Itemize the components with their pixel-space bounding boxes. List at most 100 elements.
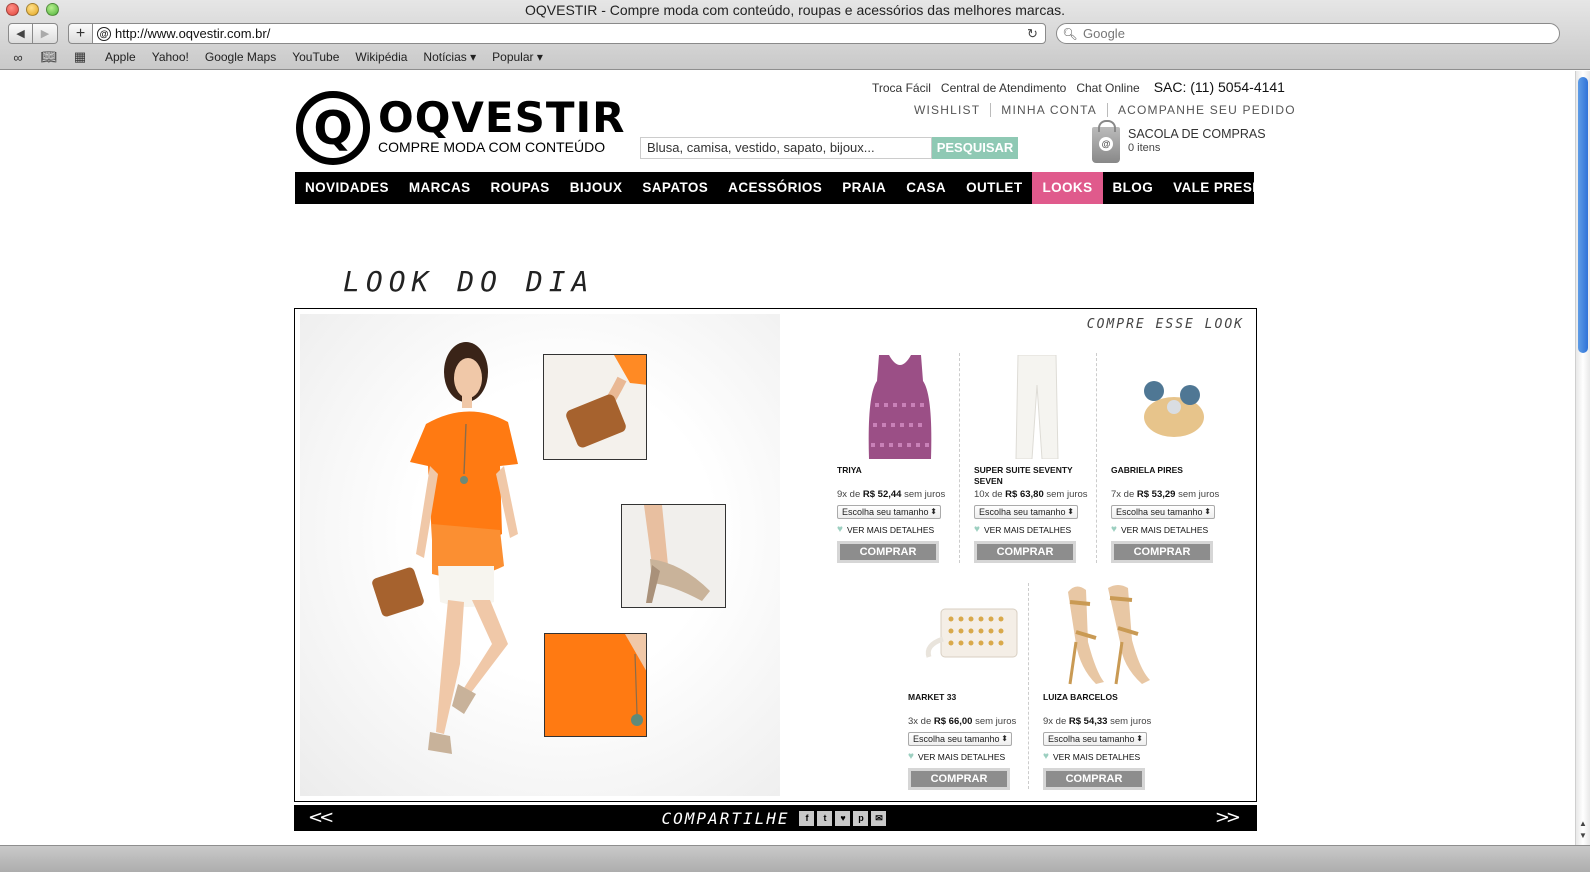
detail-thumb-clutch[interactable] — [543, 354, 647, 460]
bookmark-noticias[interactable]: Notícias ▾ — [423, 50, 476, 64]
top-sites-grid-icon[interactable]: ▦ — [70, 49, 90, 65]
product-card: SUPER SUITE SEVENTY SEVEN 10x de R$ 63,8… — [974, 353, 1099, 563]
bookmarks-book-icon[interactable]: 📖︎ — [39, 49, 59, 65]
facebook-icon[interactable]: f — [799, 810, 815, 826]
divider — [1096, 353, 1097, 563]
product-brand[interactable]: SUPER SUITE SEVENTY SEVEN — [974, 465, 1099, 487]
url-text[interactable]: http://www.oqvestir.com.br/ — [115, 26, 1027, 41]
buy-button[interactable]: COMPRAR — [837, 541, 939, 563]
product-image[interactable] — [837, 353, 962, 461]
nav-item-praia[interactable]: PRAIA — [832, 172, 896, 204]
plus-icon: + — [75, 24, 86, 42]
link-wishlist[interactable]: WISHLIST — [914, 103, 990, 117]
product-brand[interactable]: GABRIELA PIRES — [1111, 465, 1236, 487]
product-image[interactable] — [1043, 580, 1168, 688]
product-image[interactable] — [908, 580, 1033, 688]
detail-thumb-blouse[interactable] — [544, 633, 647, 737]
add-bookmark-button[interactable]: + — [68, 23, 92, 44]
nav-item-bijoux[interactable]: BIJOUX — [560, 172, 633, 204]
email-icon[interactable]: ✉ — [871, 810, 887, 826]
bookmarks-bar: ∞ 📖︎ ▦ Apple Yahoo! Google Maps YouTube … — [8, 49, 559, 65]
heart-icon[interactable]: ♥ — [1111, 524, 1117, 535]
browser-toolbar: OQVESTIR - Compre moda com conteúdo, rou… — [0, 0, 1590, 70]
details-link[interactable]: ♥ VER MAIS DETALHES — [1043, 751, 1168, 762]
details-link[interactable]: ♥ VER MAIS DETALHES — [837, 524, 962, 535]
reading-glasses-icon[interactable]: ∞ — [8, 50, 28, 65]
size-select[interactable]: Escolha seu tamanho — [837, 505, 941, 519]
detail-thumb-sandal[interactable] — [621, 504, 726, 608]
web-page: Troca Fácil Central de Atendimento Chat … — [0, 71, 1575, 845]
product-image[interactable] — [1111, 353, 1236, 461]
blouse-detail-image — [545, 634, 646, 736]
site-search: Blusa, camisa, vestido, sapato, bijoux..… — [640, 137, 1018, 159]
buy-button[interactable]: COMPRAR — [974, 541, 1076, 563]
details-link[interactable]: ♥ VER MAIS DETALHES — [908, 751, 1033, 762]
buy-button[interactable]: COMPRAR — [908, 768, 1010, 790]
tank-top-image — [868, 355, 931, 459]
site-search-button[interactable]: PESQUISAR — [932, 137, 1018, 159]
link-central-atendimento[interactable]: Central de Atendimento — [941, 81, 1066, 95]
bookmark-wikipedia[interactable]: Wikipédia — [355, 50, 407, 64]
product-brand[interactable]: LUIZA BARCELOS — [1043, 692, 1168, 714]
product-brand[interactable]: MARKET 33 — [908, 692, 1033, 714]
nav-item-roupas[interactable]: ROUPAS — [481, 172, 560, 204]
nav-item-casa[interactable]: CASA — [896, 172, 956, 204]
nav-item-vale-presente[interactable]: VALE PRESENTE — [1163, 172, 1300, 204]
link-troca-facil[interactable]: Troca Fácil — [872, 81, 931, 95]
scroll-up-arrow-icon[interactable]: ▲ — [1576, 819, 1590, 828]
twitter-icon[interactable]: t — [817, 810, 833, 826]
nav-item-looks[interactable]: LOOKS — [1032, 172, 1103, 204]
size-select[interactable]: Escolha seu tamanho — [1043, 732, 1147, 746]
shopping-bag-icon: @ — [1092, 120, 1120, 163]
account-links: WISHLIST MINHA CONTA ACOMPANHE SEU PEDID… — [914, 103, 1306, 117]
share-label: COMPARTILHE — [661, 808, 790, 828]
link-chat-online[interactable]: Chat Online — [1076, 81, 1139, 95]
vertical-scrollbar[interactable]: ▲ ▼ — [1575, 71, 1590, 845]
heart-icon[interactable]: ♥ — [837, 524, 843, 535]
details-link[interactable]: ♥ VER MAIS DETALHES — [974, 524, 1099, 535]
nav-item-blog[interactable]: BLOG — [1103, 172, 1164, 204]
size-select[interactable]: Escolha seu tamanho — [974, 505, 1078, 519]
favorite-heart-icon[interactable]: ♥ — [835, 810, 851, 826]
nav-item-outlet[interactable]: OUTLET — [956, 172, 1032, 204]
look-photo — [300, 314, 780, 796]
browser-search-field[interactable]: 🔍︎ Google — [1056, 23, 1560, 44]
heart-icon[interactable]: ♥ — [908, 751, 914, 762]
bookmark-popular[interactable]: Popular ▾ — [492, 50, 543, 64]
buy-button[interactable]: COMPRAR — [1111, 541, 1213, 563]
logo-wordmark: OQVESTIR — [378, 93, 626, 142]
heart-icon[interactable]: ♥ — [1043, 751, 1049, 762]
forward-button[interactable]: ▶ — [33, 23, 58, 44]
heart-icon[interactable]: ♥ — [974, 524, 980, 535]
link-minha-conta[interactable]: MINHA CONTA — [990, 103, 1107, 117]
back-button[interactable]: ◀ — [8, 23, 33, 44]
bag-label: SACOLA DE COMPRAS — [1128, 127, 1266, 141]
product-image[interactable] — [974, 353, 1099, 461]
size-select[interactable]: Escolha seu tamanho — [1111, 505, 1215, 519]
studded-clutch-image — [925, 608, 1017, 658]
details-link[interactable]: ♥ VER MAIS DETALHES — [1111, 524, 1236, 535]
nav-item-marcas[interactable]: MARCAS — [399, 172, 481, 204]
bookmark-apple[interactable]: Apple — [105, 50, 136, 64]
next-look-icon[interactable]: >> — [1215, 807, 1241, 828]
shopping-bag[interactable]: @ SACOLA DE COMPRAS 0 itens — [1092, 120, 1266, 163]
nav-item-acessorios[interactable]: ACESSÓRIOS — [718, 172, 832, 204]
bookmark-yahoo[interactable]: Yahoo! — [152, 50, 189, 64]
previous-look-icon[interactable]: << — [308, 807, 334, 828]
scroll-down-arrow-icon[interactable]: ▼ — [1576, 831, 1590, 840]
scrollbar-thumb[interactable] — [1578, 77, 1588, 353]
nav-item-novidades[interactable]: NOVIDADES — [295, 172, 399, 204]
sac-phone: SAC: (11) 5054-4141 — [1153, 79, 1285, 95]
reload-icon[interactable]: ↻ — [1027, 26, 1045, 42]
link-acompanhe-pedido[interactable]: ACOMPANHE SEU PEDIDO — [1106, 103, 1306, 117]
size-select[interactable]: Escolha seu tamanho — [908, 732, 1012, 746]
pinterest-icon[interactable]: p — [853, 810, 869, 826]
site-search-input[interactable]: Blusa, camisa, vestido, sapato, bijoux..… — [640, 137, 932, 159]
buy-button[interactable]: COMPRAR — [1043, 768, 1145, 790]
product-brand[interactable]: TRIYA — [837, 465, 962, 487]
address-bar[interactable]: @ http://www.oqvestir.com.br/ ↻ — [92, 23, 1046, 44]
nav-item-sapatos[interactable]: SAPATOS — [632, 172, 718, 204]
bookmark-youtube[interactable]: YouTube — [292, 50, 339, 64]
look-title: LOOK DO DIA — [343, 265, 595, 298]
bookmark-google-maps[interactable]: Google Maps — [205, 50, 276, 64]
